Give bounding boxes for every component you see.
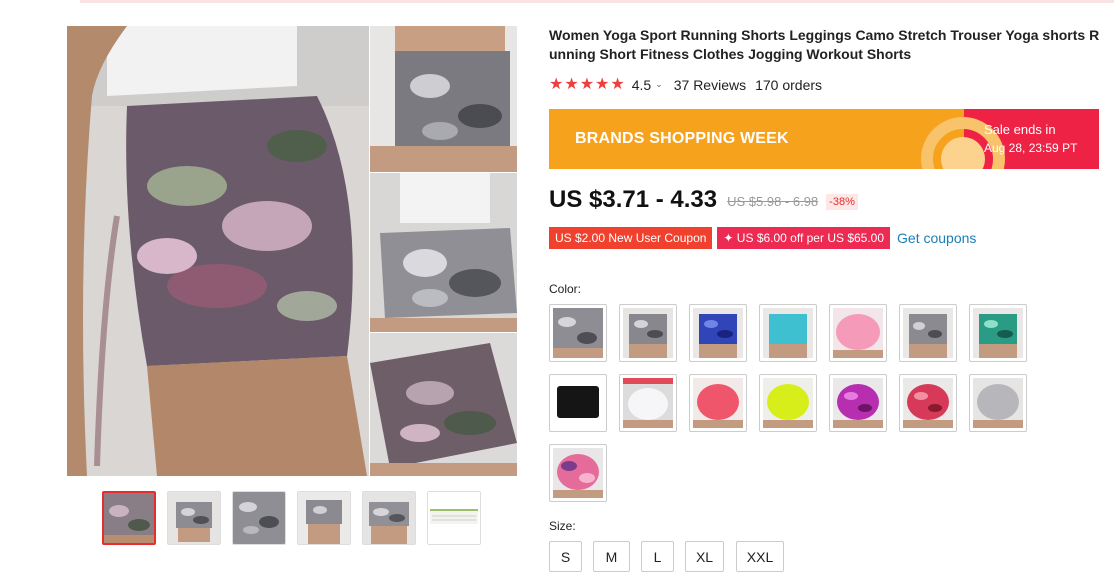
color-swatch-lime[interactable]: [759, 374, 817, 432]
reviews-link[interactable]: 37 Reviews: [674, 77, 746, 93]
color-swatch-grey[interactable]: [969, 374, 1027, 432]
product-info: Women Yoga Sport Running Shorts Leggings…: [549, 26, 1104, 64]
thumbnail-2[interactable]: [167, 491, 221, 545]
main-product-image: [67, 26, 369, 476]
color-swatch-grey-camo-2[interactable]: [619, 304, 677, 362]
star-icon: ★: [564, 76, 579, 93]
color-swatch-grey-camo[interactable]: [549, 304, 607, 362]
color-swatch-red-camo[interactable]: [899, 374, 957, 432]
color-swatch-black[interactable]: [549, 374, 607, 432]
get-coupons-link[interactable]: Get coupons: [897, 230, 976, 246]
sale-ends-label: Sale ends in: [984, 122, 1056, 137]
color-swatch-light-blue[interactable]: [759, 304, 817, 362]
rating-stars: ★ ★ ★ ★ ★: [549, 77, 625, 93]
size-option-m[interactable]: M: [593, 541, 630, 572]
orders-count: 170 orders: [755, 77, 823, 93]
promo-banner[interactable]: BRANDS SHOPPING WEEK Sale ends in Aug 28…: [549, 109, 1099, 169]
thumbnail-1[interactable]: [102, 491, 156, 545]
color-swatch-purple-camo[interactable]: [829, 374, 887, 432]
coupon-row: US $2.00 New User Coupon ✦ US $6.00 off …: [549, 227, 976, 249]
color-swatch-pink-tie-dye[interactable]: [549, 444, 607, 502]
new-user-coupon[interactable]: US $2.00 New User Coupon: [549, 227, 713, 249]
color-swatch-grey-camo-3[interactable]: [899, 304, 957, 362]
side-image-1: [370, 26, 517, 172]
store-coupon[interactable]: ✦ US $6.00 off per US $65.00: [717, 227, 891, 249]
color-swatch-pink[interactable]: [829, 304, 887, 362]
top-divider: [80, 0, 1114, 3]
star-icon: ★: [549, 76, 564, 93]
rating-row: ★ ★ ★ ★ ★ 4.5 ⌄ 37 Reviews 170 orders: [549, 76, 822, 94]
product-gallery[interactable]: [67, 26, 517, 476]
star-icon: ★: [579, 76, 595, 93]
original-price: US $5.98 - 6.98: [727, 194, 819, 209]
thumbnail-5[interactable]: [362, 491, 416, 545]
color-swatch-green-camo[interactable]: [969, 304, 1027, 362]
thumbnail-4[interactable]: [297, 491, 351, 545]
discount-badge: -38%: [826, 193, 858, 210]
color-swatch-blue-camo[interactable]: [689, 304, 747, 362]
color-swatch-coral[interactable]: [689, 374, 747, 432]
color-label: Color:: [549, 282, 582, 296]
color-swatch-white[interactable]: [619, 374, 677, 432]
size-option-s[interactable]: S: [549, 541, 582, 572]
star-icon: ★: [595, 76, 610, 93]
current-price: US $3.71 - 4.33: [549, 186, 718, 213]
chevron-down-icon[interactable]: ⌄: [655, 79, 663, 90]
product-title: Women Yoga Sport Running Shorts Leggings…: [549, 27, 1100, 62]
size-option-xl[interactable]: XL: [685, 541, 724, 572]
banner-title: BRANDS SHOPPING WEEK: [575, 130, 789, 147]
thumbnail-6[interactable]: [427, 491, 481, 545]
side-image-2: [370, 173, 517, 332]
thumbnail-3[interactable]: [232, 491, 286, 545]
rating-value: 4.5: [631, 77, 652, 93]
star-icon: ★: [610, 76, 625, 93]
size-label: Size:: [549, 519, 576, 533]
size-option-l[interactable]: L: [641, 541, 674, 572]
side-image-3: [370, 333, 517, 476]
size-option-xxl[interactable]: XXL: [736, 541, 784, 572]
price-row: US $3.71 - 4.33 US $5.98 - 6.98 -38%: [549, 185, 858, 215]
sale-ends-date: Aug 28, 23:59 PT: [984, 141, 1078, 155]
